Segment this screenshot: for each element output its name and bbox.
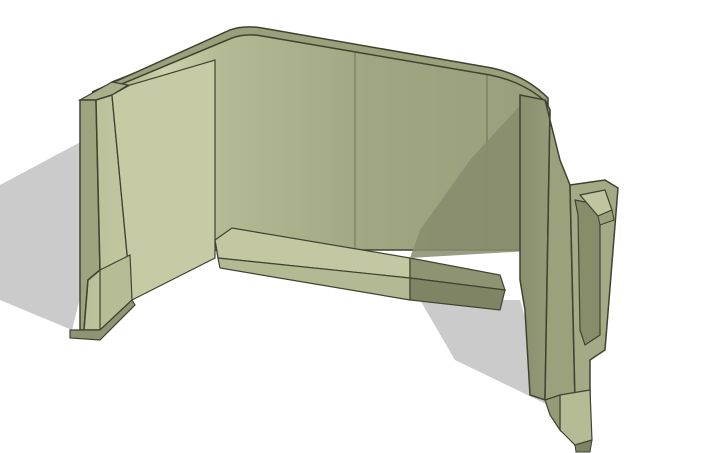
model-viewport[interactable] (0, 0, 725, 453)
model-render[interactable] (0, 0, 725, 453)
left-wall (69, 59, 216, 341)
